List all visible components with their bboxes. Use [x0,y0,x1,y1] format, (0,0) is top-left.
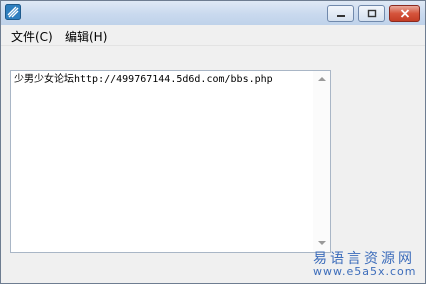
menu-file[interactable]: 文件(C) [11,28,53,45]
maximize-button[interactable] [358,5,385,22]
app-logo-icon[interactable] [5,4,21,20]
watermark-url: www.e5a5x.com [313,265,417,278]
minimize-button[interactable] [327,5,354,22]
title-bar[interactable] [1,1,425,25]
menu-bar: 文件(C) 编辑(H) [1,25,425,46]
close-icon [400,7,410,21]
text-editor[interactable]: 少男少女论坛http://499767144.5d6d.com/bbs.php [10,70,331,253]
minimize-icon [336,7,346,21]
app-window: 文件(C) 编辑(H) 少男少女论坛http://499767144.5d6d.… [0,0,426,284]
maximize-icon [367,7,377,21]
menu-edit[interactable]: 编辑(H) [65,28,107,45]
vertical-scrollbar[interactable] [313,71,330,252]
editor-content[interactable]: 少男少女论坛http://499767144.5d6d.com/bbs.php [14,73,273,86]
scroll-up-icon[interactable] [318,77,326,81]
scroll-down-icon[interactable] [318,241,326,245]
close-button[interactable] [389,5,420,22]
